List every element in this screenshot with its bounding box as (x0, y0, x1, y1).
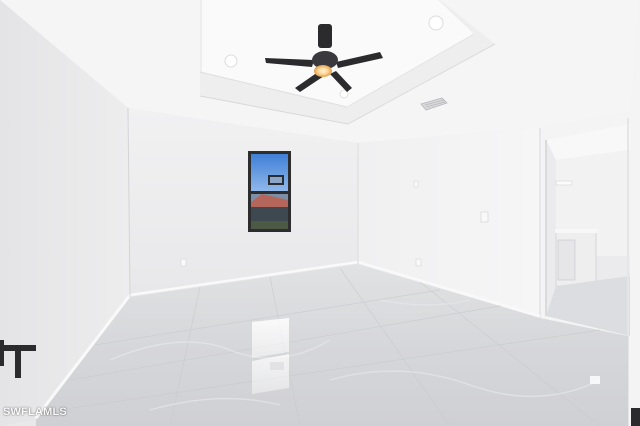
countertop (555, 229, 597, 233)
fan-light (314, 65, 332, 77)
thermostat (413, 180, 419, 188)
floor-light-reflection (590, 376, 600, 384)
watermark: SWFLAMLS (3, 406, 67, 418)
wall-sconce (555, 180, 573, 186)
room-scene (0, 0, 640, 426)
recessed-light (428, 15, 444, 31)
door-stop (631, 408, 640, 426)
window (248, 151, 291, 232)
window-sky (251, 154, 288, 191)
wall-outlet (415, 258, 422, 267)
fan-downrod (318, 24, 332, 48)
wall-outlet (180, 258, 187, 267)
window-muntin (251, 191, 288, 194)
room-photo: SWFLAMLS (0, 0, 640, 426)
recessed-light (224, 54, 238, 68)
wall-switch (480, 211, 489, 223)
cabinet-door (557, 239, 576, 281)
